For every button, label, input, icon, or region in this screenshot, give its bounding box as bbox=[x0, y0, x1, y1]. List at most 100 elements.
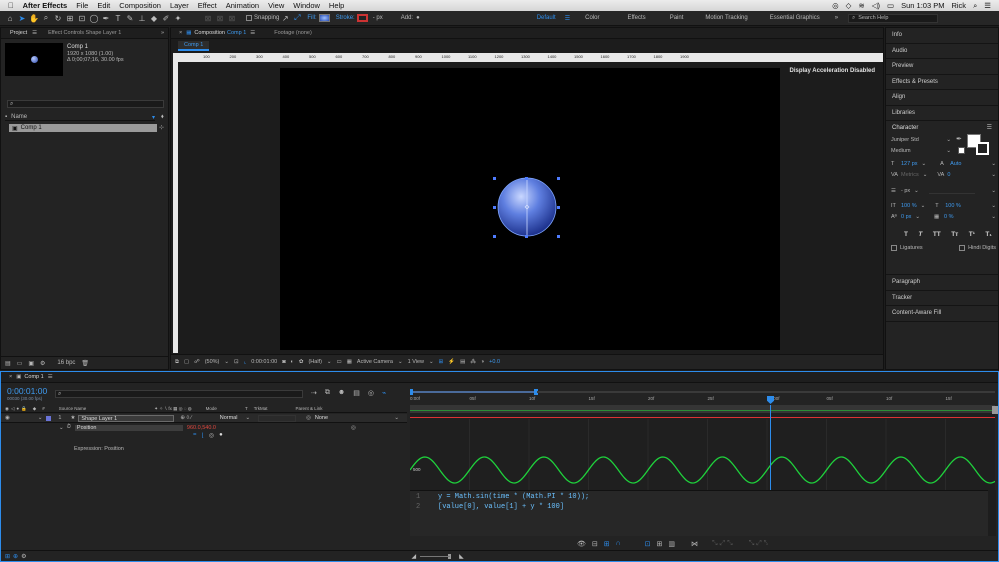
pen-tool-icon[interactable]: ✒ bbox=[100, 12, 112, 24]
local-axis-icon[interactable]: ⊠ bbox=[202, 12, 214, 24]
timeline-icon[interactable]: ▤ bbox=[460, 359, 465, 365]
draft-3d-icon[interactable]: ⧉ bbox=[325, 389, 330, 397]
faux-italic-button[interactable]: T bbox=[918, 231, 922, 238]
tab-comp-name[interactable]: Comp 1 bbox=[227, 30, 246, 36]
chevron-down-icon[interactable]: ⌄ bbox=[991, 172, 996, 178]
chevron-down-icon[interactable]: ⌄ bbox=[429, 359, 434, 365]
workspace-overflow-icon[interactable]: » bbox=[835, 15, 838, 21]
zoom-out-icon[interactable]: ◢ bbox=[411, 553, 416, 560]
type-column-icon[interactable]: ⬧ bbox=[161, 114, 164, 121]
menu-file[interactable]: File bbox=[76, 1, 88, 10]
new-comp-icon[interactable]: ▣ bbox=[28, 360, 34, 367]
all-caps-button[interactable]: TT bbox=[933, 231, 941, 238]
fill-swatch[interactable] bbox=[318, 14, 330, 22]
panel-libraries[interactable]: Libraries bbox=[886, 106, 998, 121]
resolution-dropdown[interactable]: (Half) bbox=[308, 359, 321, 365]
zoom-slider[interactable] bbox=[420, 555, 451, 557]
exposure-icon[interactable]: ◑ bbox=[481, 359, 484, 365]
menu-effect[interactable]: Effect bbox=[198, 1, 217, 10]
layer-label-color[interactable] bbox=[46, 415, 52, 421]
stroke-width-value[interactable]: - px bbox=[901, 188, 910, 194]
camera-tool-icon[interactable]: ⊞ bbox=[64, 12, 76, 24]
fit-all-icon[interactable]: ⊞ bbox=[657, 540, 663, 548]
chevron-down-icon[interactable]: ⌄ bbox=[245, 415, 250, 421]
project-search-input[interactable]: ⌕ bbox=[7, 100, 164, 108]
search-help-box[interactable]: ⌕ Search Help bbox=[848, 13, 939, 23]
expression-graph-icon[interactable]: ⌊ bbox=[202, 432, 204, 439]
project-item-comp[interactable]: ▣ Comp 1 bbox=[9, 124, 157, 132]
expression-editor-scrollbar[interactable] bbox=[988, 490, 996, 536]
layer-name[interactable]: Shape Layer 1 bbox=[78, 414, 175, 422]
tracking-value[interactable]: 0 bbox=[947, 172, 950, 178]
close-tab-icon[interactable]: × bbox=[179, 30, 182, 36]
tsume-value[interactable]: 0 % bbox=[944, 214, 953, 220]
lock-column-icon[interactable]: 🔒 bbox=[21, 406, 27, 412]
parent-dropdown[interactable]: None bbox=[315, 415, 328, 421]
small-caps-button[interactable]: Tт bbox=[951, 231, 958, 238]
comp-tab-lock-icon[interactable]: ▦ bbox=[186, 30, 191, 36]
type-tool-icon[interactable]: T bbox=[112, 12, 124, 24]
audio-column-icon[interactable]: ◁ bbox=[11, 406, 14, 412]
comp-breadcrumb[interactable]: Comp 1 bbox=[178, 41, 210, 51]
world-axis-icon[interactable]: ⊠ bbox=[214, 12, 226, 24]
character-title[interactable]: Character bbox=[892, 125, 918, 131]
always-preview-icon[interactable]: ⧉ bbox=[175, 359, 179, 366]
switches-column[interactable]: ✦ ✧ ∖ fx ▦ ◎ ◌ ◍ bbox=[154, 406, 191, 412]
chevron-down-icon[interactable]: ⌄ bbox=[915, 214, 920, 220]
current-time[interactable]: 0:00:01:00 bbox=[251, 359, 277, 365]
graph-type-icon[interactable]: ⊟ bbox=[592, 540, 598, 548]
transparency-grid-icon[interactable]: ▦ bbox=[347, 359, 352, 365]
wifi-icon[interactable]: ≋ bbox=[858, 1, 864, 10]
graph-editor-icon[interactable]: ⌁ bbox=[382, 389, 386, 397]
keyframe-interp-icons[interactable]: ⤡ ⤢ ⤡ bbox=[712, 540, 733, 548]
stroke-swatch[interactable] bbox=[356, 14, 368, 22]
menu-animation[interactable]: Animation bbox=[226, 1, 259, 10]
dropbox-icon[interactable]: ◇ bbox=[846, 1, 852, 10]
label-column-icon[interactable]: ▪ bbox=[5, 114, 7, 120]
stroke-width[interactable]: - px bbox=[373, 15, 383, 21]
trkmat-dropdown[interactable] bbox=[258, 414, 297, 422]
workspace-color[interactable]: Color bbox=[576, 15, 608, 21]
ligatures-checkbox[interactable] bbox=[891, 245, 897, 251]
brush-tool-icon[interactable]: ✎ bbox=[124, 12, 136, 24]
roto-brush-tool-icon[interactable]: ✐ bbox=[160, 12, 172, 24]
chevron-down-icon[interactable]: ⌄ bbox=[991, 188, 996, 194]
chevron-down-icon[interactable]: ⌄ bbox=[224, 359, 229, 365]
snap-option-icon[interactable]: ↗ bbox=[279, 12, 291, 24]
menu-composition[interactable]: Composition bbox=[119, 1, 161, 10]
workspace-menu-icon[interactable]: ☰ bbox=[565, 15, 570, 22]
subscript-button[interactable]: T₁ bbox=[985, 231, 992, 238]
menu-layer[interactable]: Layer bbox=[170, 1, 189, 10]
expand-render-time-icon[interactable]: ⚙ bbox=[21, 553, 26, 560]
expression-editor[interactable]: 1 y = Math.sin(time * (Math.PI * 10)); 2… bbox=[410, 490, 988, 536]
property-row[interactable]: ⌄ ⏱ Position 960.0,540.0 ◎ bbox=[1, 423, 407, 432]
tab-project[interactable]: Project bbox=[5, 30, 32, 36]
panel-tracker[interactable]: Tracker bbox=[886, 291, 998, 306]
hindi-digits-checkbox[interactable] bbox=[959, 245, 966, 251]
comp-tab-icon[interactable]: ▣ bbox=[16, 374, 21, 380]
flowchart-icon[interactable]: ⁂ bbox=[470, 359, 476, 365]
panel-info[interactable]: Info bbox=[886, 28, 998, 44]
sort-icon[interactable]: ▾ bbox=[152, 114, 155, 121]
snap-icon[interactable]: ∩ bbox=[616, 540, 621, 548]
zoom-in-icon[interactable]: ◣ bbox=[459, 553, 464, 560]
timeline-end-handle[interactable] bbox=[992, 406, 998, 414]
interpret-footage-icon[interactable]: ▤ bbox=[5, 360, 11, 367]
tab-menu-icon[interactable]: ☰ bbox=[48, 374, 53, 380]
stopwatch-icon[interactable]: ⏱ bbox=[67, 424, 71, 431]
volume-icon[interactable]: ◁) bbox=[872, 1, 880, 10]
snap-expand-icon[interactable]: ⤢ bbox=[291, 12, 303, 24]
motion-blur-icon[interactable]: ◎ bbox=[368, 389, 374, 397]
fit-selection-icon[interactable]: ⊡ bbox=[645, 540, 651, 548]
zoom-tool-icon[interactable]: ⌕ bbox=[40, 12, 52, 24]
views-dropdown[interactable]: 1 View bbox=[408, 359, 424, 365]
tab-composition[interactable]: Composition bbox=[194, 30, 227, 36]
project-settings-icon[interactable]: ⚙ bbox=[40, 360, 45, 367]
panel-effects-presets[interactable]: Effects & Presets bbox=[886, 75, 998, 90]
layer-switches[interactable]: ⊕ ◊ ∕ bbox=[180, 415, 191, 421]
workspace-paint[interactable]: Paint bbox=[661, 15, 693, 21]
show-properties-icon[interactable]: 👁 bbox=[577, 540, 586, 548]
vr-icon[interactable]: ▢ bbox=[184, 359, 189, 365]
chevron-down-icon[interactable]: ⌄ bbox=[991, 203, 996, 209]
bpc-label[interactable]: 16 bpc bbox=[57, 360, 75, 366]
